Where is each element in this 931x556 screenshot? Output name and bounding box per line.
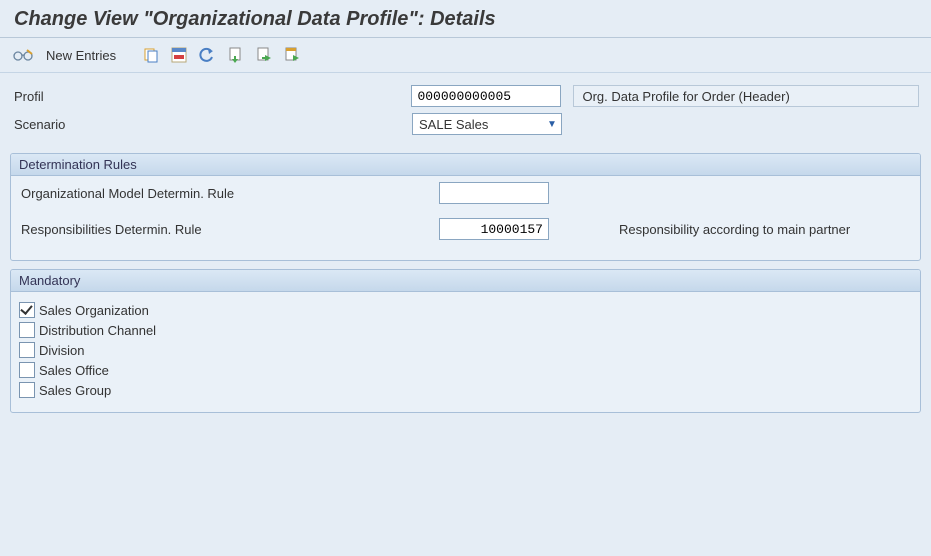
toolbar: New Entries (0, 38, 931, 73)
scenario-value: SALE Sales (419, 117, 488, 132)
header-form: Profil Org. Data Profile for Order (Head… (0, 73, 931, 145)
checkbox-label: Division (39, 343, 85, 358)
responsibilities-rule-desc: Responsibility according to main partner (619, 222, 850, 237)
sales-group-checkbox[interactable] (19, 382, 35, 398)
checkbox-label: Sales Organization (39, 303, 149, 318)
mandatory-title: Mandatory (11, 270, 920, 292)
determination-rules-title: Determination Rules (11, 154, 920, 176)
import-icon[interactable] (224, 44, 246, 66)
distribution-channel-checkbox[interactable] (19, 322, 35, 338)
scenario-select[interactable]: SALE Sales ▼ (412, 113, 562, 135)
determination-rules-group: Determination Rules Organizational Model… (10, 153, 921, 261)
export-icon[interactable] (252, 44, 274, 66)
profil-label: Profil (12, 89, 411, 104)
sales-office-checkbox[interactable] (19, 362, 35, 378)
delete-row-icon[interactable] (168, 44, 190, 66)
division-checkbox[interactable] (19, 342, 35, 358)
copy-icon[interactable] (140, 44, 162, 66)
profil-description: Org. Data Profile for Order (Header) (573, 85, 919, 107)
responsibilities-rule-input[interactable] (439, 218, 549, 240)
mandatory-item: Sales Group (19, 382, 912, 398)
checkbox-label: Distribution Channel (39, 323, 156, 338)
profil-input[interactable] (411, 85, 561, 107)
new-entries-button[interactable]: New Entries (40, 46, 122, 65)
mandatory-item: Sales Organization (19, 302, 912, 318)
responsibilities-rule-label: Responsibilities Determin. Rule (19, 222, 439, 237)
mandatory-item: Sales Office (19, 362, 912, 378)
mandatory-item: Division (19, 342, 912, 358)
transport-icon[interactable] (280, 44, 302, 66)
checkbox-label: Sales Office (39, 363, 109, 378)
scenario-label: Scenario (12, 117, 412, 132)
chevron-down-icon: ▼ (547, 119, 557, 130)
undo-icon[interactable] (196, 44, 218, 66)
org-model-rule-input[interactable] (439, 182, 549, 204)
page-title: Change View "Organizational Data Profile… (0, 0, 931, 38)
mandatory-item: Distribution Channel (19, 322, 912, 338)
checkbox-label: Sales Group (39, 383, 111, 398)
glasses-icon[interactable] (12, 44, 34, 66)
mandatory-group: Mandatory Sales Organization Distributio… (10, 269, 921, 413)
org-model-rule-label: Organizational Model Determin. Rule (19, 186, 439, 201)
sales-organization-checkbox[interactable] (19, 302, 35, 318)
